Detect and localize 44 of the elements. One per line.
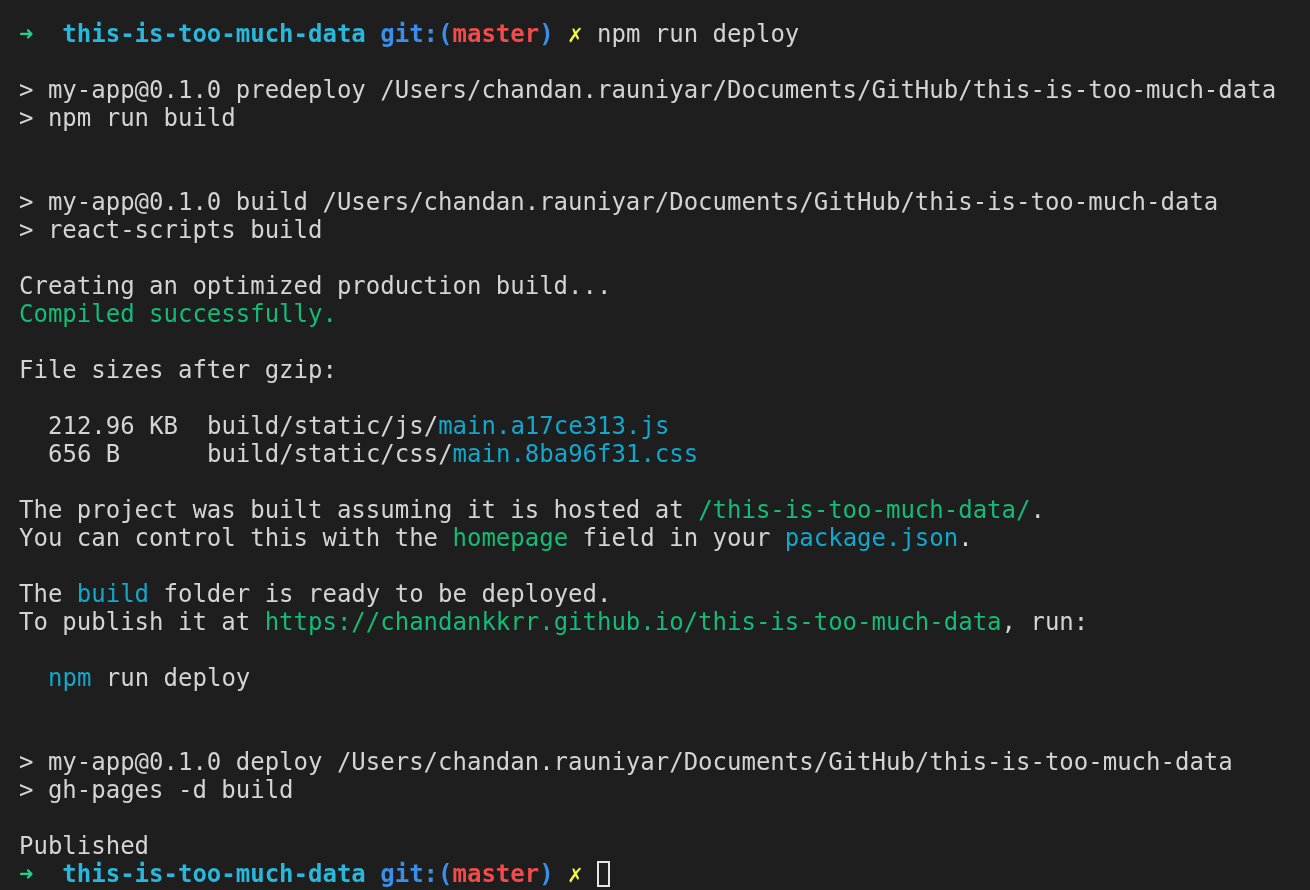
output-text: To publish it at xyxy=(19,608,252,636)
cursor-icon xyxy=(596,861,610,887)
output-text: > react-scripts build xyxy=(19,216,323,244)
output-text: field in your xyxy=(581,524,772,552)
git-label: ) xyxy=(539,20,554,48)
prompt-arrow: ➜ xyxy=(19,20,34,48)
git-label: git:( xyxy=(379,860,453,888)
output-text: > my-app@0.1.0 deploy /Users/chandan.rauniyar/Documents/GitHub/this-is-too-much-data xyxy=(19,748,1233,776)
output-text: The xyxy=(19,580,64,608)
output-text: npm run deploy xyxy=(596,20,800,48)
highlighted-text: package.json xyxy=(784,524,959,552)
output-text: The project was built assuming it is hosted at xyxy=(19,496,685,524)
highlighted-text: main.8ba96f31.css xyxy=(452,440,699,468)
output-text: File sizes after gzip: xyxy=(19,356,337,384)
output-text: folder is ready to be deployed. xyxy=(162,580,612,608)
output-text: Creating an optimized production build... xyxy=(19,272,612,300)
output-text: 212.96 KB build/static/js/ xyxy=(48,412,439,440)
highlighted-text: npm xyxy=(48,664,92,692)
output-text: You can control this with the xyxy=(19,524,440,552)
git-label: git:( xyxy=(379,20,453,48)
output-text: . xyxy=(1030,496,1045,524)
output-text: > gh-pages -d build xyxy=(19,776,294,804)
highlighted-text: Compiled successfully. xyxy=(19,300,337,328)
dirty-mark: ✗ xyxy=(567,20,583,48)
branch-name: master xyxy=(452,860,540,888)
branch-name: master xyxy=(452,20,540,48)
prompt-arrow: ➜ xyxy=(19,860,34,888)
output-text: run deploy xyxy=(104,664,251,692)
output-text: , run: xyxy=(1001,608,1089,636)
directory-name: this-is-too-much-data xyxy=(61,20,366,48)
dirty-mark: ✗ xyxy=(567,860,583,888)
highlighted-text: main.a17ce313.js xyxy=(438,412,670,440)
highlighted-text: build xyxy=(76,580,150,608)
output-text: > npm run build xyxy=(19,104,236,132)
highlighted-text: /this-is-too-much-data/ xyxy=(698,496,1031,524)
git-label: ) xyxy=(539,860,554,888)
directory-name: this-is-too-much-data xyxy=(61,860,366,888)
output-text: Published xyxy=(19,832,150,860)
output-text: 656 B build/static/css/ xyxy=(48,440,453,468)
output-text: . xyxy=(958,524,973,552)
highlighted-text: homepage xyxy=(452,524,569,552)
output-text: > my-app@0.1.0 predeploy /Users/chandan.rauniyar/Documents/GitHub/this-is-too-much-data xyxy=(19,76,1277,104)
output-text: > my-app@0.1.0 build /Users/chandan.rauniyar/Documents/GitHub/this-is-too-much-data xyxy=(19,188,1219,216)
highlighted-text: https://chandankkrr.github.io/this-is-too-much-data xyxy=(264,608,1002,636)
